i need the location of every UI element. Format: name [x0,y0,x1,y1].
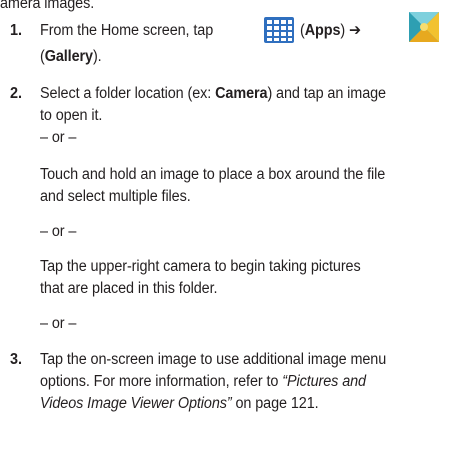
step-2-line-1: Select a folder location (ex: Camera) an… [40,85,386,102]
alt-1-line-1: Touch and hold an image to place a box a… [40,166,386,183]
step-2-line-2: to open it. [40,107,103,124]
cross-reference-link[interactable]: “Pictures and [282,373,366,390]
step-3-line-1: Tap the on-screen image to use additiona… [40,351,387,368]
step-2-number: 2. [10,85,23,102]
step-1-number: 1. [10,22,23,39]
step-3-number: 3. [10,351,23,368]
step-1-apps-label: (Apps) ➔ [300,22,362,39]
alt-1-line-2: and select multiple files. [40,188,191,205]
step-1-gallery-label: (Gallery). [40,48,102,65]
arrow-right-icon: ➔ [349,22,362,39]
or-separator-3: – or – [40,315,77,332]
step-3-line-2: options. For more information, refer to … [40,373,366,390]
intro-fragment: amera images. [0,0,95,12]
alt-2-line-2: that are placed in this folder. [40,280,218,297]
apps-grid-icon [264,17,294,43]
gallery-icon [409,12,439,42]
or-separator-1: – or – [40,129,77,146]
manual-page: amera images. 1. From the Home screen, t… [0,0,473,455]
or-separator-2: – or – [40,223,77,240]
step-1-text: From the Home screen, tap [40,22,214,39]
alt-2-line-1: Tap the upper-right camera to begin taki… [40,258,361,275]
cross-reference-link-cont[interactable]: Videos Image Viewer Options” [40,395,232,412]
step-3-line-3: Videos Image Viewer Options” on page 121… [40,395,319,412]
